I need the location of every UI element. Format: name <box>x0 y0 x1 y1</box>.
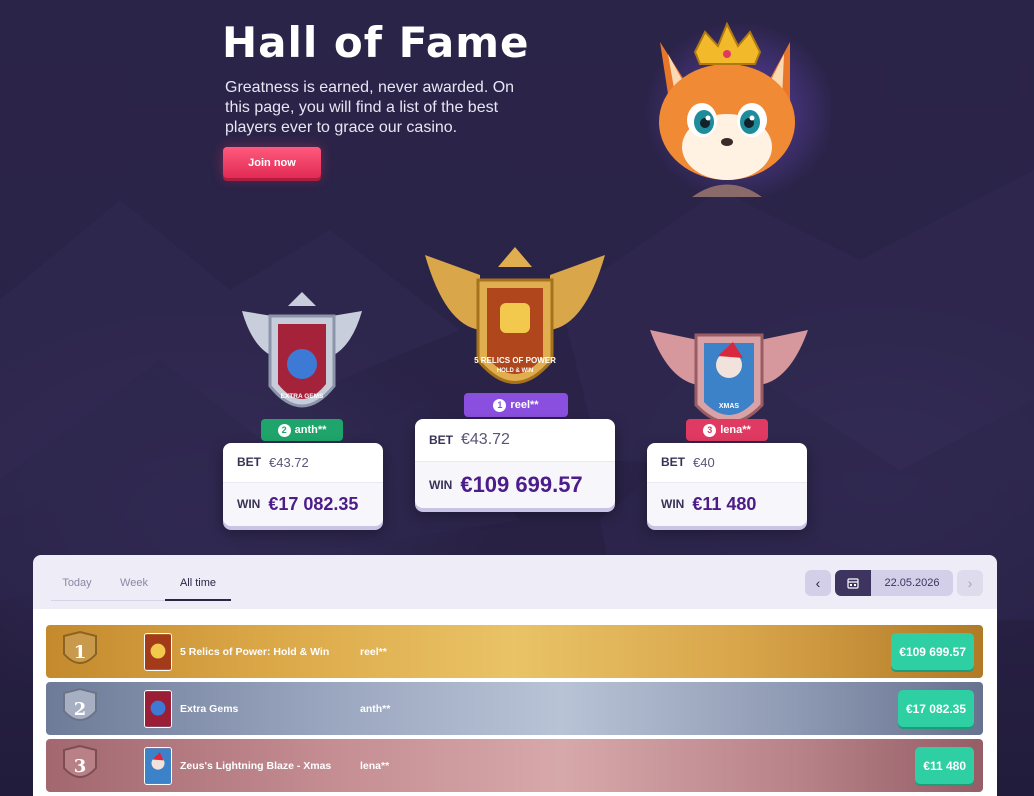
win-value: €17 082.35 <box>268 493 359 514</box>
player-name: lena** <box>360 759 390 772</box>
rank-shield-icon: 2 <box>63 687 97 721</box>
win-value: €11 480 <box>692 493 757 514</box>
win-value: €109 699.57 <box>460 471 583 497</box>
player-name: anth** <box>360 702 391 715</box>
bet-label: BET <box>661 455 685 470</box>
win-amount-badge: €11 480 <box>915 747 974 784</box>
rank-shield-icon: 3 <box>63 744 97 778</box>
podium-game-art-sublabel: HOLD & WIN <box>497 368 533 374</box>
bet-value: €40 <box>693 454 715 470</box>
selected-date: 22.05.2026 <box>871 570 953 596</box>
previous-date-button[interactable]: ‹ <box>805 570 831 596</box>
leaderboard-list: 1 5 Relics of Power: Hold & Win reel** €… <box>33 609 997 796</box>
date-picker[interactable]: 22.05.2026 <box>835 570 953 596</box>
leaderboard-row[interactable]: 3 Zeus's Lightning Blaze - Xmas lena** €… <box>46 739 983 792</box>
game-name[interactable]: Extra Gems <box>180 703 238 715</box>
page-title: Hall of Fame <box>222 18 530 67</box>
chevron-right-icon: › <box>967 575 973 591</box>
podium-player: lena** <box>720 424 751 436</box>
tab-week[interactable]: Week <box>103 567 165 601</box>
svg-text:3: 3 <box>74 756 87 777</box>
podium-game-art-label: EXTRA GEMS <box>281 393 324 400</box>
podium-card-2: BET €43.72 WIN €17 082.35 <box>223 443 383 526</box>
rank-shield-icon: 1 <box>63 630 97 664</box>
podium-game-art-label: XMAS <box>719 403 740 410</box>
win-label: WIN <box>237 497 261 512</box>
game-name[interactable]: 5 Relics of Power: Hold & Win <box>180 646 329 658</box>
rank-number: 1 <box>493 398 507 412</box>
calendar-icon <box>835 570 871 596</box>
win-amount-badge: €109 699.57 <box>891 633 974 670</box>
page-description: Greatness is earned, never awarded. On t… <box>225 79 515 136</box>
svg-text:1: 1 <box>74 642 87 663</box>
podium-ribbon-3: 3 lena** <box>686 419 768 441</box>
join-now-button[interactable]: Join now <box>223 147 321 178</box>
game-name[interactable]: Zeus's Lightning Blaze - Xmas <box>180 760 331 772</box>
fox-mascot-image <box>645 21 830 202</box>
leaderboard-row[interactable]: 2 Extra Gems anth** €17 082.35 <box>46 682 983 735</box>
rank-number: 2 <box>277 423 291 437</box>
podium-card-3: BET €40 WIN €11 480 <box>647 443 807 526</box>
podium-ribbon-1: 1 reel** <box>464 393 568 417</box>
podium-player: anth** <box>294 424 327 436</box>
svg-text:2: 2 <box>74 699 87 720</box>
leaderboard-panel: Today Week All time ‹ 22.05.2026 › 1 5 R… <box>33 555 997 796</box>
tab-all-time[interactable]: All time <box>165 567 231 601</box>
game-thumbnail <box>144 746 172 785</box>
tab-today[interactable]: Today <box>51 567 103 601</box>
bet-value: €43.72 <box>269 454 309 470</box>
game-thumbnail <box>144 689 172 728</box>
bet-label: BET <box>237 455 261 470</box>
game-thumbnail <box>144 632 172 671</box>
next-date-button[interactable]: › <box>957 570 983 596</box>
win-amount-badge: €17 082.35 <box>897 690 974 727</box>
podium-game-art-label: 5 RELICS OF POWER <box>474 356 556 365</box>
period-tabs: Today Week All time <box>51 567 231 601</box>
rank-number: 3 <box>703 423 717 437</box>
date-navigator: ‹ 22.05.2026 › <box>805 570 983 596</box>
player-name: reel** <box>360 645 387 658</box>
chevron-left-icon: ‹ <box>815 575 821 591</box>
win-label: WIN <box>429 477 453 492</box>
leaderboard-row[interactable]: 1 5 Relics of Power: Hold & Win reel** €… <box>46 625 983 678</box>
podium-ribbon-2: 2 anth** <box>261 419 343 441</box>
podium-player: reel** <box>510 399 539 411</box>
win-label: WIN <box>661 497 685 512</box>
podium-card-1: BET €43.72 WIN €109 699.57 <box>415 419 615 508</box>
podium-badge-2: EXTRA GEMS <box>242 292 362 408</box>
bet-label: BET <box>429 432 453 447</box>
bet-value: €43.72 <box>461 430 510 448</box>
